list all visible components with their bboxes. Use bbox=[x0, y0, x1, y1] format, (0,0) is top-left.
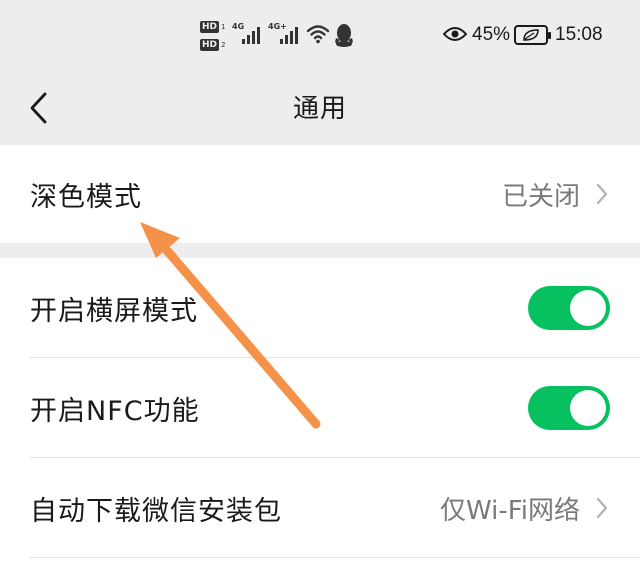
page-title: 通用 bbox=[292, 94, 347, 124]
signal-strength-icon: 4G+ bbox=[268, 22, 298, 46]
wifi-icon bbox=[306, 25, 330, 44]
landscape-mode-toggle[interactable] bbox=[528, 286, 610, 330]
hd-slot-number: 2 bbox=[221, 41, 226, 49]
toggle-knob bbox=[570, 390, 606, 426]
settings-group-general: 开启横屏模式 开启NFC功能 自动下载微信安装包 仅Wi-Fi网络 bbox=[0, 258, 640, 581]
hd-badge: HD bbox=[200, 39, 220, 51]
status-bar: HD 1 HD 2 4G 4G+ 45% 15:08 bbox=[0, 0, 640, 72]
chevron-right-icon bbox=[596, 182, 610, 206]
power-saving-leaf-icon bbox=[523, 29, 539, 41]
battery-icon bbox=[514, 25, 551, 45]
landscape-mode-row: 开启横屏模式 bbox=[0, 258, 640, 358]
nfc-toggle[interactable] bbox=[528, 386, 610, 430]
nfc-row: 开启NFC功能 bbox=[0, 358, 640, 458]
dark-mode-label: 深色模式 bbox=[30, 181, 142, 213]
eye-comfort-icon bbox=[443, 27, 467, 41]
auto-download-label: 自动下载微信安装包 bbox=[30, 495, 282, 527]
battery-percent: 45% bbox=[472, 24, 511, 45]
hd-badge: HD bbox=[200, 21, 220, 33]
clock-time: 15:08 bbox=[555, 24, 603, 45]
dark-mode-value: 已关闭 bbox=[501, 181, 580, 212]
nfc-label: 开启NFC功能 bbox=[30, 395, 200, 427]
auto-download-row[interactable]: 自动下载微信安装包 仅Wi-Fi网络 bbox=[0, 458, 640, 558]
qq-icon bbox=[335, 24, 353, 47]
hd-slot-number: 1 bbox=[221, 23, 226, 31]
title-bar: 通用 bbox=[0, 72, 640, 144]
signal-strength-icon: 4G bbox=[232, 22, 262, 46]
hd-voice-indicator: HD 1 HD 2 bbox=[200, 20, 230, 56]
toggle-knob bbox=[570, 290, 606, 326]
divider bbox=[30, 557, 640, 558]
settings-group-display: 深色模式 已关闭 bbox=[0, 145, 640, 243]
auto-download-value: 仅Wi-Fi网络 bbox=[439, 495, 580, 526]
chevron-right-icon bbox=[596, 496, 610, 520]
dark-mode-row[interactable]: 深色模式 已关闭 bbox=[0, 145, 640, 243]
landscape-mode-label: 开启横屏模式 bbox=[30, 295, 198, 327]
